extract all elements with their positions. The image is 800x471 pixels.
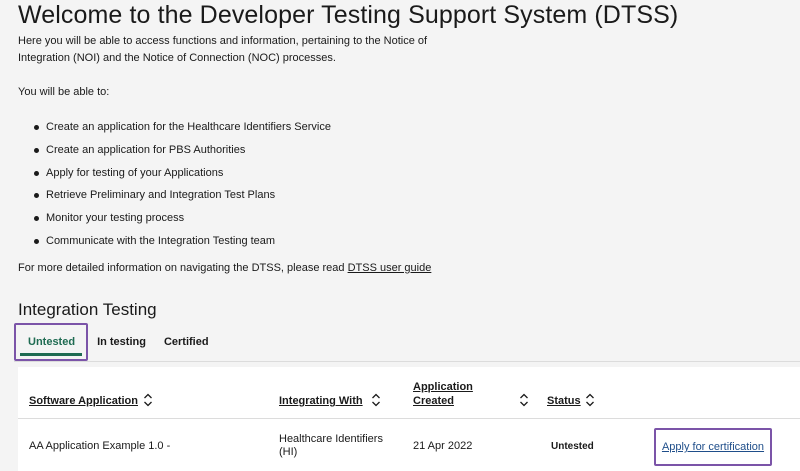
feature-item: Create an application for the Healthcare… (18, 116, 331, 139)
header-divider (18, 418, 800, 419)
section-title: Integration Testing (18, 300, 157, 319)
cell-software-application: AA Application Example 1.0 - (29, 440, 171, 452)
bullet-icon (34, 125, 39, 130)
sort-icon[interactable] (371, 392, 381, 408)
bullet-icon (34, 238, 39, 244)
status-badge: Untested (551, 441, 594, 452)
feature-item: Apply for testing of your Applications (18, 162, 331, 185)
apply-for-certification-button[interactable]: Apply for certification (654, 428, 772, 466)
apply-for-certification-link[interactable]: Apply for certification (662, 441, 764, 453)
tab-certified[interactable]: Certified (155, 323, 218, 361)
feature-item: Create an application for PBS Authoritie… (18, 139, 331, 162)
page: Welcome to the Developer Testing Support… (0, 0, 800, 471)
sort-icon[interactable] (585, 392, 595, 408)
feature-item: Retrieve Preliminary and Integration Tes… (18, 184, 331, 207)
bullet-icon (34, 193, 39, 199)
more-info-text: For more detailed information on navigat… (18, 262, 432, 274)
feature-list: Create an application for the Healthcare… (18, 116, 331, 253)
tab-divider (14, 361, 800, 362)
intro-text: Here you will be able to access function… (18, 35, 428, 64)
sort-icon[interactable] (143, 392, 153, 408)
page-title: Welcome to the Developer Testing Support… (18, 1, 679, 29)
col-integrating-with[interactable]: Integrating With (279, 394, 363, 408)
tab-untested[interactable]: Untested (14, 323, 89, 361)
feature-item: Communicate with the Integration Testing… (18, 230, 331, 253)
col-status[interactable]: Status (547, 394, 581, 408)
feature-item: Monitor your testing process (18, 207, 331, 230)
bullet-icon (34, 216, 39, 222)
testing-tabs: Untested In testing Certified (14, 323, 218, 361)
dtss-user-guide-link[interactable]: DTSS user guide (348, 262, 432, 274)
applications-table: Software Application Integrating With Ap… (18, 367, 800, 471)
bullet-icon (34, 147, 39, 153)
col-software-application[interactable]: Software Application (29, 394, 138, 408)
cell-created-date: 21 Apr 2022 (413, 440, 473, 452)
col-application-created[interactable]: Application Created (413, 380, 473, 408)
sort-icon[interactable] (519, 392, 529, 408)
tab-in-testing[interactable]: In testing (88, 323, 155, 361)
able-to-text: You will be able to: (18, 86, 110, 98)
bullet-icon (34, 170, 39, 176)
cell-integrating-with: Healthcare Identifiers (HI) (279, 433, 383, 458)
